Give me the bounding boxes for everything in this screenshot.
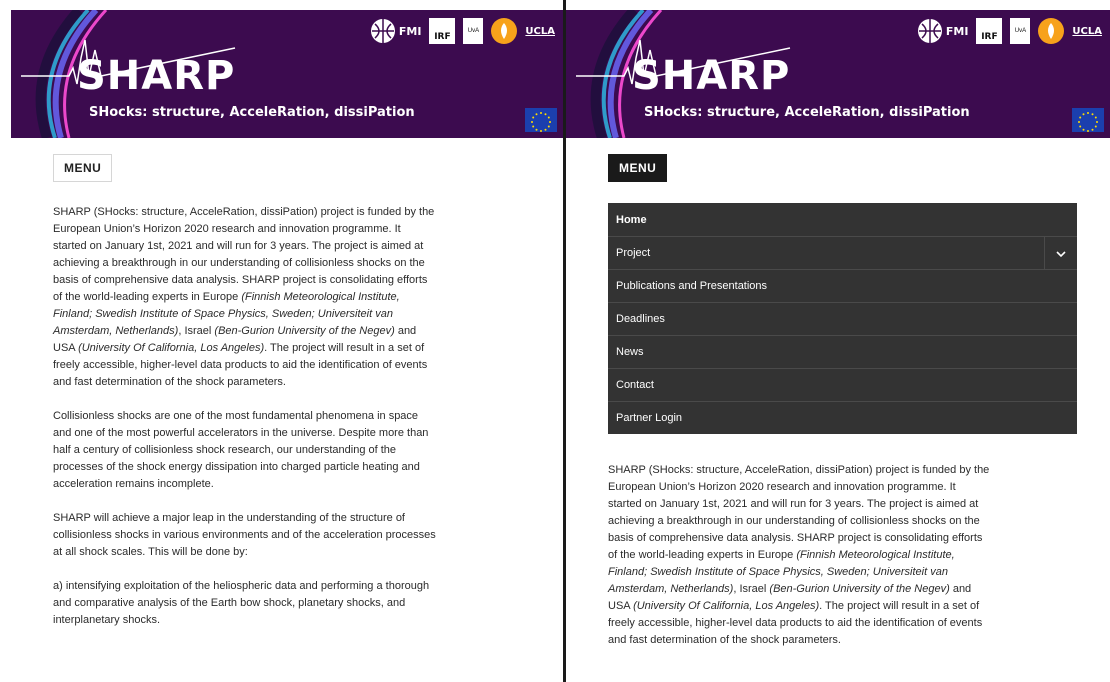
- fmi-label: FMI: [945, 24, 969, 38]
- fmi-logo[interactable]: FMI: [370, 18, 422, 44]
- nav-item-news[interactable]: News: [608, 335, 1077, 368]
- nav-item-deadlines[interactable]: Deadlines: [608, 302, 1077, 335]
- nav-item-home[interactable]: Home: [608, 203, 1077, 236]
- site-subtitle: SHocks: structure, AcceleRation, dissiPa…: [89, 105, 415, 120]
- menu-button[interactable]: MENU: [53, 154, 113, 182]
- irf-logo[interactable]: IRF: [976, 18, 1003, 44]
- fmi-globe-icon: [917, 19, 942, 43]
- site-title: SHARP: [77, 53, 236, 99]
- nav-item-partner-login[interactable]: Partner Login: [608, 401, 1077, 434]
- intro-paragraph: SHARP (SHocks: structure, AcceleRation, …: [53, 206, 435, 388]
- partner-logos: FMI IRF UvA UCLA: [370, 18, 555, 44]
- partner-logos: FMI IRF UvA UCLA: [917, 18, 1102, 44]
- bgu-flame-icon: [1048, 23, 1055, 39]
- goals-paragraph: SHARP will achieve a major leap in the u…: [53, 512, 436, 558]
- shocks-paragraph: Collisionless shocks are one of the most…: [53, 410, 429, 490]
- eu-stars-icon: [531, 112, 551, 132]
- uva-label: UvA: [467, 28, 480, 34]
- right-pane: SHARP SHocks: structure, AcceleRation, d…: [566, 0, 1110, 682]
- main-content: SHARP (SHocks: structure, AcceleRation, …: [608, 462, 991, 666]
- fmi-logo[interactable]: FMI: [917, 18, 969, 44]
- uva-label: UvA: [1014, 28, 1027, 34]
- eu-flag-icon: [1072, 108, 1104, 132]
- nav-item-contact[interactable]: Contact: [608, 368, 1077, 401]
- nav-item-project[interactable]: Project: [608, 236, 1077, 270]
- eu-stars-icon: [1078, 112, 1098, 132]
- site-subtitle: SHocks: structure, AcceleRation, dissiPa…: [644, 105, 970, 120]
- goal-a-paragraph: a) intensifying exploitation of the heli…: [53, 580, 430, 626]
- intro-paragraph: SHARP (SHocks: structure, AcceleRation, …: [608, 464, 990, 646]
- bgu-logo[interactable]: [1038, 18, 1065, 44]
- site-title: SHARP: [632, 53, 791, 99]
- fmi-globe-icon: [370, 19, 395, 43]
- uva-logo[interactable]: UvA: [1010, 18, 1031, 44]
- main-content: SHARP (SHocks: structure, AcceleRation, …: [53, 204, 436, 646]
- bgu-flame-icon: [501, 23, 508, 39]
- nav-item-publications[interactable]: Publications and Presentations: [608, 269, 1077, 302]
- left-pane: SHARP SHocks: structure, AcceleRation, d…: [0, 0, 563, 682]
- ucla-logo[interactable]: UCLA: [1072, 26, 1102, 37]
- fmi-label: FMI: [398, 24, 422, 38]
- site-header-banner[interactable]: SHARP SHocks: structure, AcceleRation, d…: [566, 10, 1110, 138]
- site-header-banner[interactable]: SHARP SHocks: structure, AcceleRation, d…: [11, 10, 563, 138]
- irf-logo[interactable]: IRF: [429, 18, 456, 44]
- ucla-logo[interactable]: UCLA: [525, 26, 555, 37]
- bgu-logo[interactable]: [491, 18, 518, 44]
- eu-flag-icon: [525, 108, 557, 132]
- main-navigation: Home Project Publications and Presentati…: [608, 203, 1077, 434]
- chevron-down-icon: [1056, 250, 1066, 257]
- nav-item-label: Project: [616, 247, 651, 259]
- submenu-toggle[interactable]: [1044, 237, 1077, 270]
- split-view: SHARP SHocks: structure, AcceleRation, d…: [0, 0, 1110, 682]
- menu-button[interactable]: MENU: [608, 154, 668, 182]
- uva-logo[interactable]: UvA: [463, 18, 484, 44]
